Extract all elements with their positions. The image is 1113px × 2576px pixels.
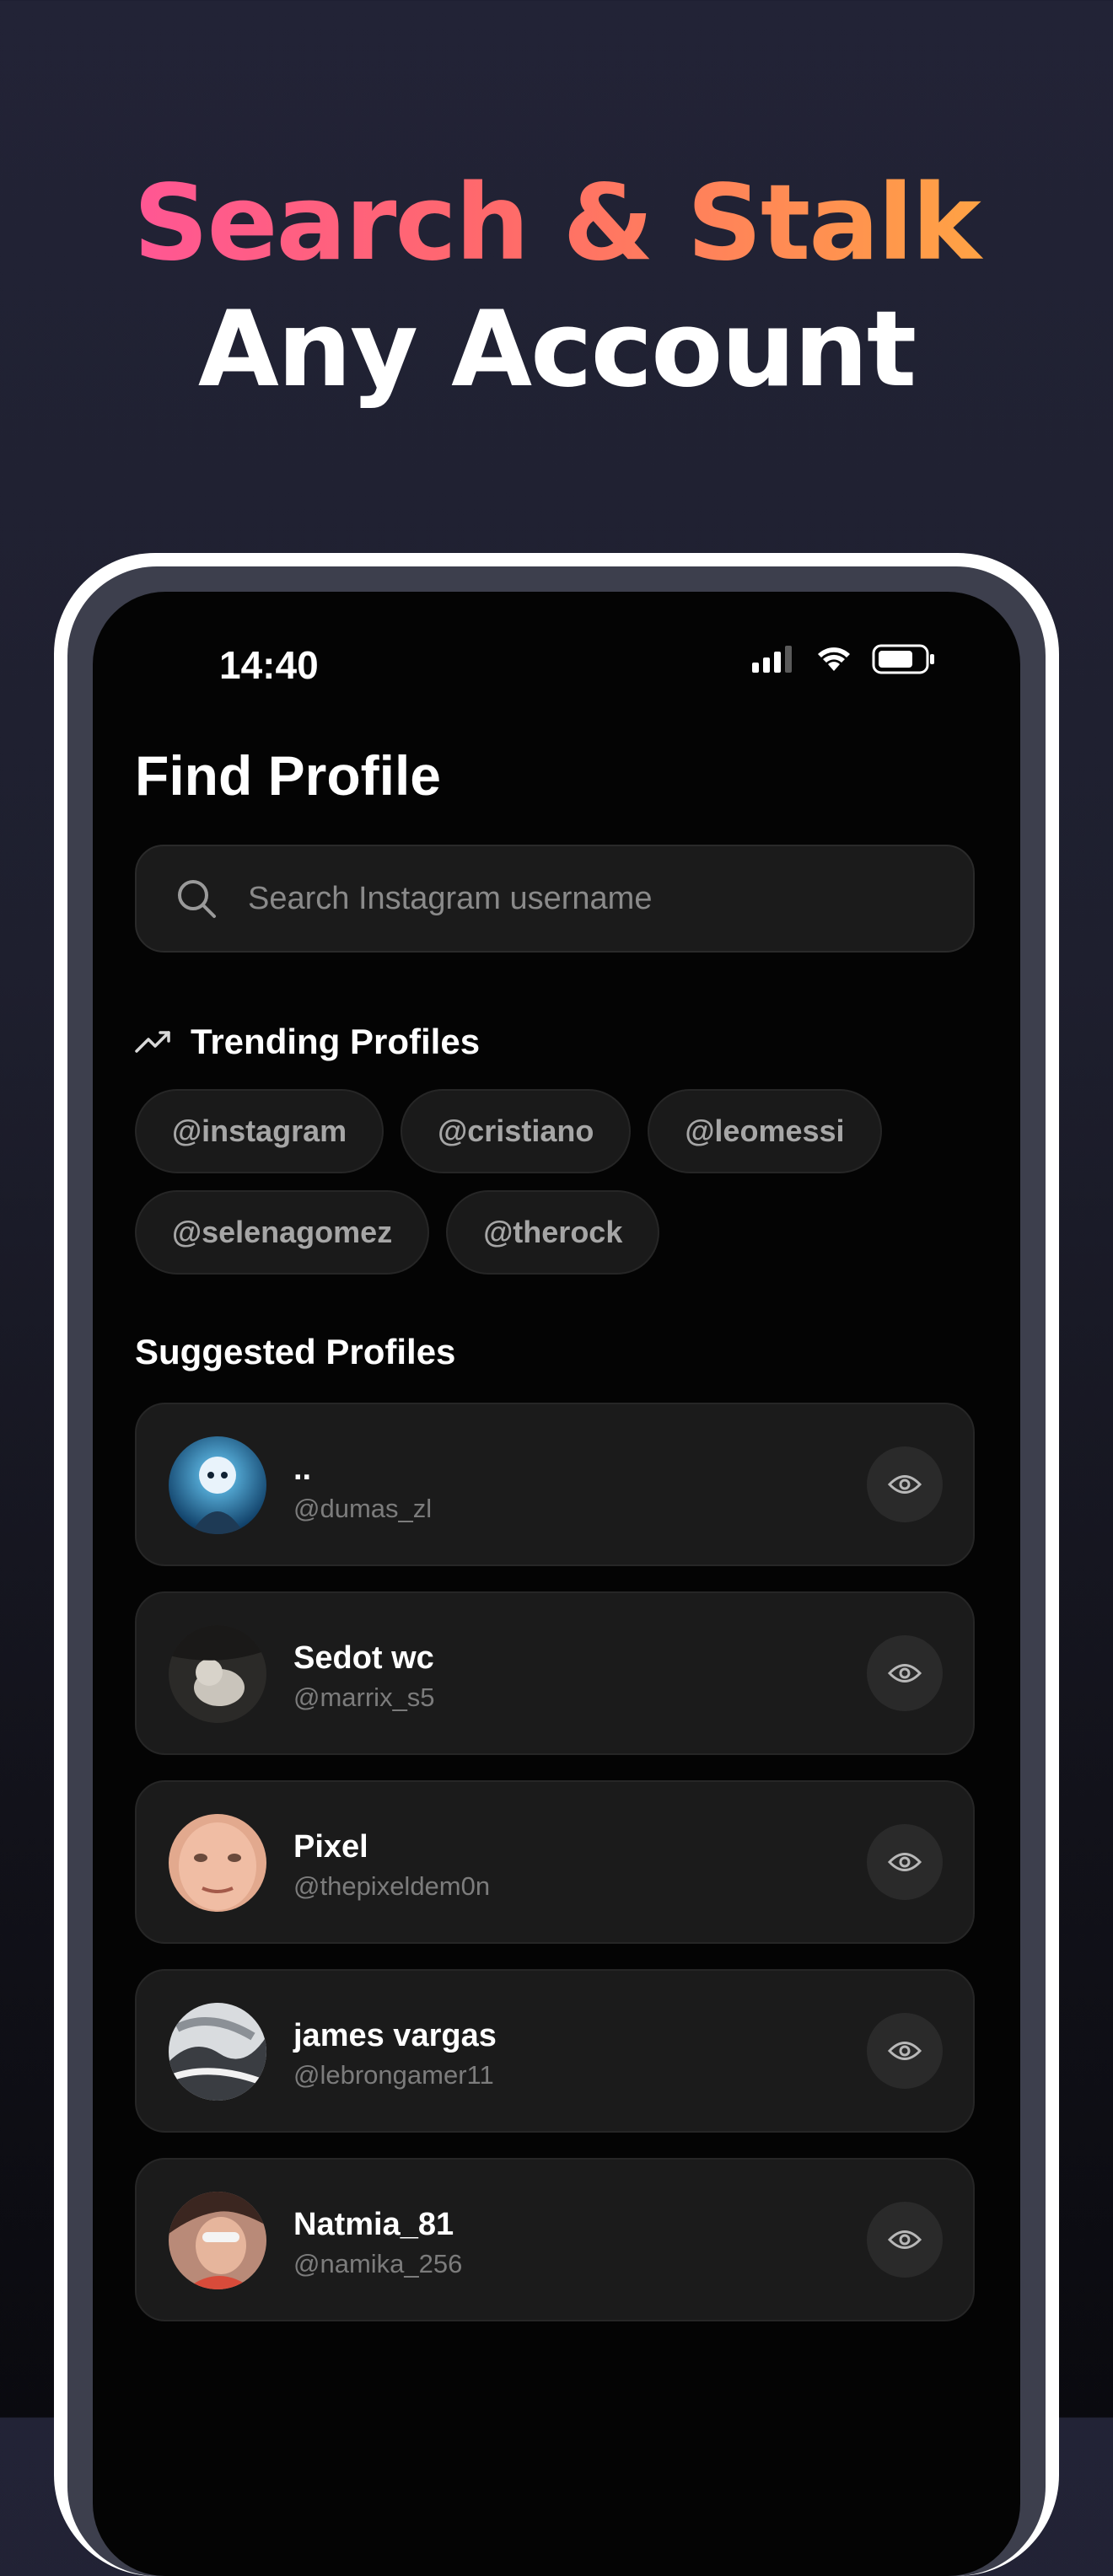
avatar bbox=[169, 1436, 266, 1534]
avatar bbox=[169, 2192, 266, 2289]
suggested-list: .. @dumas_zl Sedot wc @marrix_s5 Pixel @… bbox=[135, 1403, 975, 2347]
trending-chip[interactable]: @cristiano bbox=[401, 1089, 632, 1173]
profile-handle: @lebrongamer11 bbox=[293, 2060, 494, 2090]
page-title: Find Profile bbox=[135, 744, 441, 807]
phone-screen: 14:40 Find Profile Search Instagram user… bbox=[93, 592, 1020, 2576]
trending-chip[interactable]: @leomessi bbox=[648, 1089, 882, 1173]
headline-line-1: Search & Stalk bbox=[0, 160, 1113, 287]
status-time: 14:40 bbox=[219, 643, 319, 687]
profile-card[interactable]: Natmia_81 @namika_256 bbox=[135, 2158, 975, 2321]
avatar bbox=[169, 1814, 266, 1912]
eye-icon bbox=[888, 2230, 922, 2249]
profile-name: Pixel bbox=[293, 1829, 368, 1865]
view-profile-button[interactable] bbox=[867, 1446, 943, 1522]
profile-name: Natmia_81 bbox=[293, 2207, 454, 2242]
trending-header: Trending Profiles bbox=[135, 1022, 480, 1062]
avatar bbox=[169, 1625, 266, 1723]
view-profile-button[interactable] bbox=[867, 1635, 943, 1711]
search-input[interactable] bbox=[246, 879, 973, 918]
headline-line-2: Any Account bbox=[197, 289, 917, 411]
trending-icon bbox=[135, 1031, 170, 1053]
view-profile-button[interactable] bbox=[867, 1824, 943, 1900]
trending-chip[interactable]: @selenagomez bbox=[135, 1190, 430, 1275]
trending-chips: @instagram @cristiano @leomessi @selenag… bbox=[135, 1089, 978, 1275]
profile-card[interactable]: Pixel @thepixeldem0n bbox=[135, 1780, 975, 1944]
suggested-header: Suggested Profiles bbox=[135, 1332, 455, 1372]
profile-card[interactable]: .. @dumas_zl bbox=[135, 1403, 975, 1566]
status-icons bbox=[752, 644, 936, 674]
trending-chip[interactable]: @therock bbox=[446, 1190, 660, 1275]
profile-handle: @namika_256 bbox=[293, 2249, 463, 2278]
wifi-icon bbox=[818, 647, 850, 671]
profile-card[interactable]: james vargas @lebrongamer11 bbox=[135, 1969, 975, 2133]
eye-icon bbox=[888, 1475, 922, 1494]
avatar bbox=[169, 2003, 266, 2101]
profile-name: Sedot wc bbox=[293, 1640, 434, 1676]
phone-bezel: 14:40 Find Profile Search Instagram user… bbox=[67, 566, 1046, 2576]
eye-icon bbox=[888, 1664, 922, 1682]
eye-icon bbox=[888, 1853, 922, 1871]
profile-name: .. bbox=[293, 1452, 312, 1487]
search-bar[interactable] bbox=[135, 845, 975, 953]
view-profile-button[interactable] bbox=[867, 2202, 943, 2278]
profile-handle: @thepixeldem0n bbox=[293, 1871, 491, 1901]
search-icon bbox=[178, 880, 216, 918]
eye-icon bbox=[888, 2042, 922, 2060]
profile-name: james vargas bbox=[293, 2018, 497, 2053]
battery-icon bbox=[872, 644, 934, 674]
profile-handle: @marrix_s5 bbox=[293, 1682, 435, 1712]
suggested-label: Suggested Profiles bbox=[135, 1332, 456, 1371]
phone-mockup: 14:40 Find Profile Search Instagram user… bbox=[54, 553, 1059, 2576]
promo-headline: Search & Stalk Any Account bbox=[0, 160, 1113, 413]
trending-chip[interactable]: @instagram bbox=[135, 1089, 384, 1173]
profile-card[interactable]: Sedot wc @marrix_s5 bbox=[135, 1591, 975, 1755]
trending-label: Trending Profiles bbox=[191, 1022, 481, 1061]
view-profile-button[interactable] bbox=[867, 2013, 943, 2089]
signal-icon bbox=[752, 646, 792, 673]
profile-handle: @dumas_zl bbox=[293, 1494, 433, 1523]
